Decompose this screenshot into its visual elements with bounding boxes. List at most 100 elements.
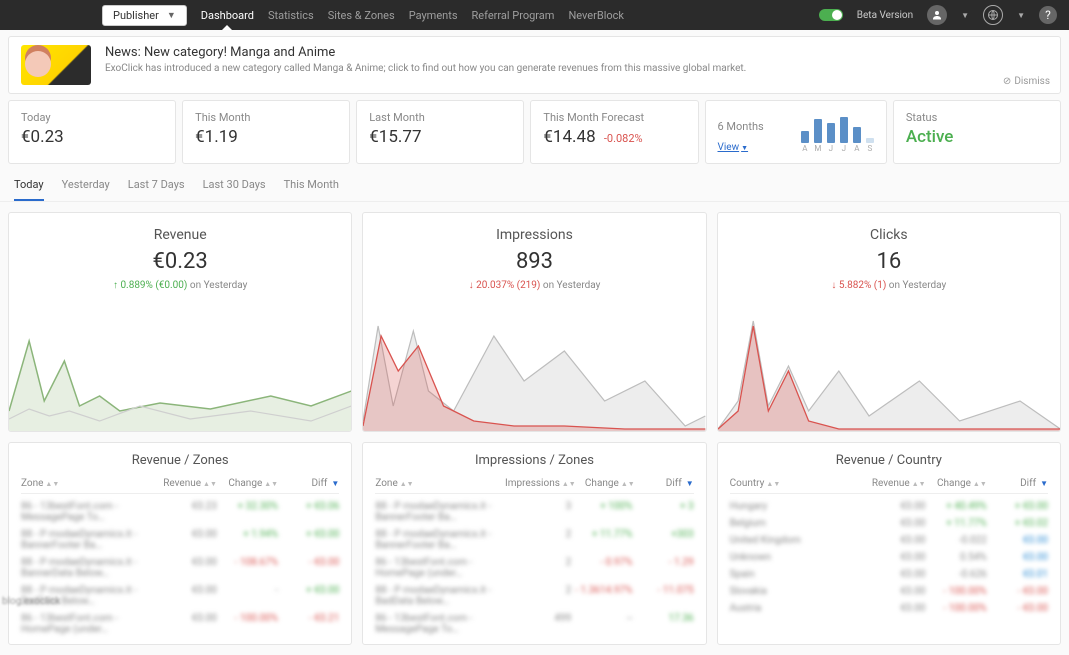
col-country[interactable]: Country▲▼ [730, 478, 865, 489]
beta-toggle[interactable] [819, 9, 843, 21]
nav-payments[interactable]: Payments [409, 9, 458, 22]
panel-clicks: Clicks 16 ↓ 5.882% (1) on Yesterday [717, 212, 1061, 432]
panel-impressions: Impressions 893 ↓ 20.037% (219) on Yeste… [362, 212, 706, 432]
dismiss-button[interactable]: ⊘ Dismiss [1003, 76, 1050, 87]
table-row[interactable]: Slovakia€0.00- 100.00%- €0.00 [730, 583, 1048, 600]
table-row[interactable]: 86 - 13bestFont.com - HomePage (under…€0… [21, 610, 339, 638]
table-row[interactable]: 88 - P modaeDynamicx.it - BannerFooter B… [375, 526, 693, 554]
nav-statistics[interactable]: Statistics [268, 9, 314, 22]
sort-icon: ▲▼ [400, 480, 414, 488]
table-row[interactable]: 86 - 13bestFont.com - MessagePage To…499… [375, 610, 693, 638]
table-row[interactable]: 88 - P modaeDynamicx.it - BannerData Bel… [21, 554, 339, 582]
stat-label: This Month Forecast [543, 111, 685, 124]
panel-delta: ↓ 20.037% (219) on Yesterday [469, 280, 601, 291]
col-revenue[interactable]: Revenue▲▼ [156, 478, 217, 489]
table-row[interactable]: Unknown€0.000.54%€0.00 [730, 549, 1048, 566]
month-bar [814, 119, 822, 143]
sort-icon: ▲▼ [621, 480, 635, 488]
stats-row: Today €0.23 This Month €1.19 Last Month … [0, 100, 1069, 170]
panel-value: €0.23 [153, 249, 208, 274]
panel-value: 16 [876, 249, 901, 274]
tab-last-30[interactable]: Last 30 Days [203, 178, 266, 201]
sort-icon: ▲▼ [562, 480, 576, 488]
stat-six-months: 6 Months View ▼ AMJJAS [705, 100, 887, 164]
col-change[interactable]: Change▲▼ [217, 478, 278, 489]
stat-status: Status Active [893, 100, 1061, 164]
time-range-tabs: Today Yesterday Last 7 Days Last 30 Days… [0, 170, 1069, 202]
chevron-down-icon: ▼ [686, 479, 694, 488]
view-link[interactable]: View ▼ [718, 142, 749, 153]
news-description: ExoClick has introduced a new category c… [105, 63, 746, 74]
globe-icon[interactable] [983, 5, 1003, 25]
topbar: Publisher ▼ Dashboard Statistics Sites &… [0, 0, 1069, 30]
table-row[interactable]: 88 - P modaeDynamicx.it - BadData Below…… [21, 582, 339, 610]
col-diff[interactable]: Diff▼ [987, 478, 1048, 489]
account-icon[interactable] [927, 5, 947, 25]
news-title: News: New category! Manga and Anime [105, 45, 746, 60]
stat-label: Today [21, 111, 163, 124]
panel-revenue: Revenue €0.23 ↑ 0.889% (€0.00) on Yester… [8, 212, 352, 432]
dismiss-icon: ⊘ [1003, 76, 1011, 87]
panels-row: Revenue €0.23 ↑ 0.889% (€0.00) on Yester… [0, 202, 1069, 442]
col-zone[interactable]: Zone▲▼ [375, 478, 505, 489]
table-row[interactable]: 88 - P modaeDynamicx.it - BannerFooter B… [375, 498, 693, 526]
stat-forecast: This Month Forecast €14.48 -0.082% [530, 100, 698, 164]
nav-dashboard[interactable]: Dashboard [201, 9, 254, 22]
tab-today[interactable]: Today [14, 178, 44, 201]
col-diff[interactable]: Diff▼ [635, 478, 694, 489]
stat-value: €14.48 -0.082% [543, 127, 685, 147]
news-body: News: New category! Manga and Anime ExoC… [105, 45, 746, 74]
stat-label: Status [906, 111, 1048, 124]
account-caret-icon[interactable]: ▼ [961, 11, 969, 20]
col-impressions[interactable]: Impressions▲▼ [505, 478, 576, 489]
dismiss-label: Dismiss [1014, 76, 1050, 87]
tab-this-month[interactable]: This Month [284, 178, 339, 201]
col-change[interactable]: Change▲▼ [926, 478, 987, 489]
table-header: Zone▲▼ Impressions▲▼ Change▲▼ Diff▼ [375, 478, 693, 494]
stat-last-month: Last Month €15.77 [356, 100, 524, 164]
sort-icon: ▲▼ [203, 480, 217, 488]
table-row[interactable]: 88 - P modaeDynamicx.it - BannerFooter B… [21, 526, 339, 554]
table-title: Revenue / Country [730, 453, 1048, 468]
table-row[interactable]: 88 - P modaeDynamicx.it - BadData Below…… [375, 582, 693, 610]
table-impressions-zones: Impressions / Zones Zone▲▼ Impressions▲▼… [362, 442, 706, 645]
nav-referral[interactable]: Referral Program [472, 9, 555, 22]
role-select[interactable]: Publisher ▼ [102, 5, 187, 26]
chevron-down-icon: ▼ [331, 479, 339, 488]
month-bar [866, 138, 874, 143]
month-bar [827, 123, 835, 143]
panel-delta: ↓ 5.882% (1) on Yesterday [831, 280, 946, 291]
table-row[interactable]: Spain€0.00-0.626€0.01 [730, 566, 1048, 583]
table-revenue-zones: Revenue / Zones Zone▲▼ Revenue▲▼ Change▲… [8, 442, 352, 645]
stat-value: €1.19 [195, 127, 337, 147]
stat-this-month: This Month €1.19 [182, 100, 350, 164]
chevron-down-icon: ▼ [167, 10, 176, 21]
sort-icon: ▲▼ [264, 480, 278, 488]
table-row[interactable]: Hungary€0.00+ 40.49%+ €0.00 [730, 498, 1048, 515]
table-row[interactable]: Belgium€0.00+ 11.77%+ €0.02 [730, 515, 1048, 532]
tab-yesterday[interactable]: Yesterday [62, 178, 110, 201]
news-banner[interactable]: News: New category! Manga and Anime ExoC… [8, 36, 1061, 94]
tab-last-7[interactable]: Last 7 Days [128, 178, 185, 201]
col-change[interactable]: Change▲▼ [576, 478, 635, 489]
panel-value: 893 [516, 249, 553, 274]
table-title: Impressions / Zones [375, 453, 693, 468]
impressions-sparkline [363, 311, 705, 431]
table-row[interactable]: 86 - 13bestFont.com - HomePage (under…2-… [375, 554, 693, 582]
locale-caret-icon[interactable]: ▼ [1017, 11, 1025, 20]
status-value: Active [906, 127, 1048, 147]
col-revenue[interactable]: Revenue▲▼ [864, 478, 925, 489]
table-row[interactable]: United Kingdom€0.00-0.022€0.00 [730, 532, 1048, 549]
stat-label: This Month [195, 111, 337, 124]
stat-value: €15.77 [369, 127, 511, 147]
table-row[interactable]: 86 - 13bestFont.com - MessagePage To…€0.… [21, 498, 339, 526]
nav-neverblock[interactable]: NeverBlock [568, 9, 624, 22]
panel-title: Clicks [870, 227, 908, 243]
col-zone[interactable]: Zone▲▼ [21, 478, 156, 489]
sort-icon: ▲▼ [766, 480, 780, 488]
stat-today: Today €0.23 [8, 100, 176, 164]
col-diff[interactable]: Diff▼ [278, 478, 339, 489]
nav-sites-zones[interactable]: Sites & Zones [328, 9, 395, 22]
month-bar [840, 117, 848, 143]
help-icon[interactable]: ? [1039, 6, 1057, 24]
